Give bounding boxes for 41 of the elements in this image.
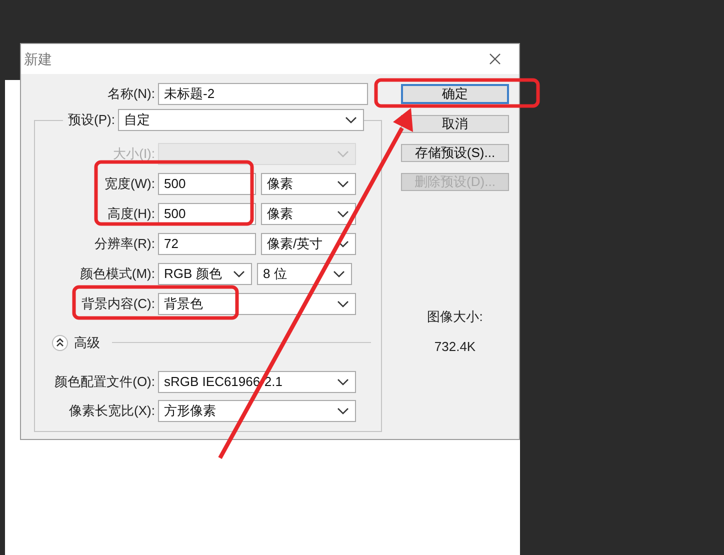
input-field[interactable]: 500 [158, 173, 256, 195]
chevron-down-icon [337, 300, 349, 308]
field-label: 大小(I): [112, 145, 156, 164]
dropdown[interactable]: 自定 [118, 109, 364, 131]
collapse-toggle[interactable] [52, 334, 68, 351]
dialog-button[interactable]: 取消 [401, 115, 509, 133]
dropdown[interactable]: 方形像素 [158, 400, 356, 422]
chevron-down-icon [337, 240, 349, 248]
image-size-value: 732.4K [434, 338, 476, 356]
input-field[interactable]: 72 [158, 233, 256, 255]
chevron-down-icon [333, 270, 345, 278]
dropdown[interactable]: 8 位 [257, 263, 352, 285]
dropdown[interactable]: 像素/英寸 [261, 233, 356, 255]
dropdown[interactable]: 像素 [261, 203, 356, 225]
close-icon[interactable] [489, 53, 501, 65]
chevron-down-icon [337, 406, 349, 414]
chevron-down-icon [233, 270, 245, 278]
dropdown[interactable]: RGB 颜色 [158, 263, 252, 285]
dropdown[interactable]: 背景色 [158, 293, 356, 315]
dialog-button[interactable]: 确定 [401, 84, 509, 104]
dropdown[interactable]: 像素 [261, 173, 356, 195]
chevron-down-icon [337, 210, 349, 218]
field-label: 名称(N): [106, 85, 156, 104]
chevron-down-icon [337, 150, 349, 158]
field-label: 宽度(W): [103, 175, 156, 194]
field-label: 颜色模式(M): [78, 265, 156, 284]
chevron-double-icon [56, 338, 64, 348]
field-label: 预设(P): [67, 111, 116, 130]
field-label: 分辨率(R): [93, 235, 156, 254]
field-label: 背景内容(C): [80, 295, 156, 314]
chevron-down-icon [345, 116, 357, 124]
field-label: 颜色配置文件(O): [54, 372, 156, 391]
window-title: 新建 [24, 50, 52, 68]
dialog-button[interactable]: 存储预设(S)... [401, 144, 509, 162]
chevron-down-icon [337, 180, 349, 188]
chevron-down-icon [337, 378, 349, 386]
section-label: 高级 [74, 334, 100, 352]
field-label: 高度(H): [106, 205, 156, 224]
field-label: 像素长宽比(X): [68, 402, 156, 420]
input-field[interactable]: 未标题-2 [158, 83, 368, 105]
image-size-label: 图像大小: [427, 308, 483, 326]
